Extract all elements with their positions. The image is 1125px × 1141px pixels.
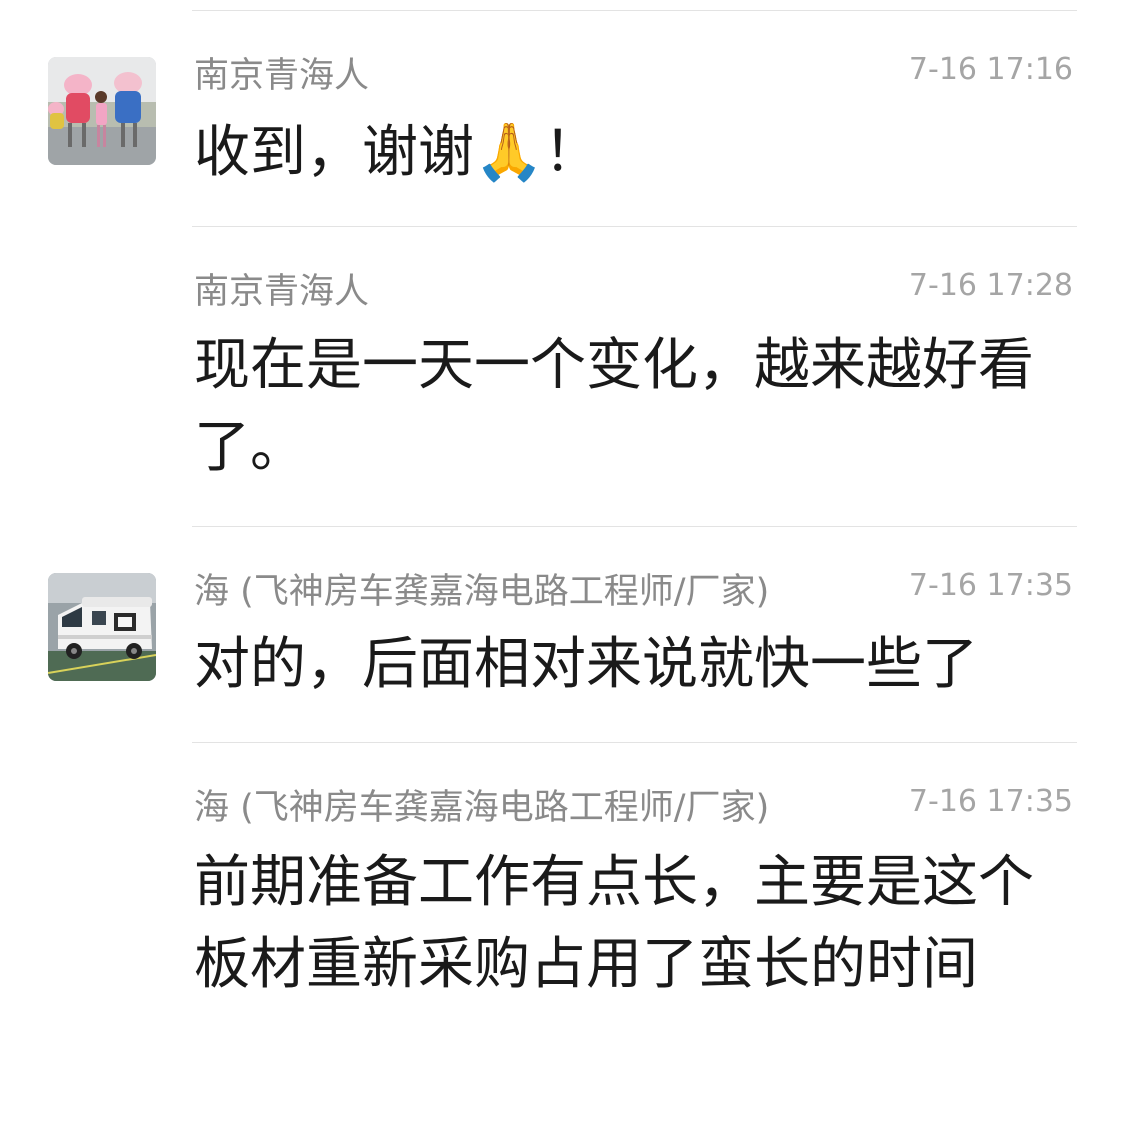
sender-name[interactable]: 海 (飞神房车龚嘉海电路工程师/厂家) <box>194 788 769 828</box>
rv-van-photo-avatar-icon <box>48 573 156 681</box>
message-item[interactable]: 南京青海人 7-16 17:28 现在是一天一个变化，越来越好看了。 <box>0 226 1125 526</box>
message-text[interactable]: 收到，谢谢🙏！ <box>194 112 1054 194</box>
peppa-pig-photo-avatar-icon <box>48 57 156 165</box>
message-item[interactable]: 南京青海人 7-16 17:16 收到，谢谢🙏！ <box>0 0 1125 226</box>
sender-avatar[interactable] <box>48 573 156 681</box>
message-time: 7-16 17:35 <box>908 568 1073 603</box>
sender-name[interactable]: 南京青海人 <box>194 56 369 96</box>
message-item[interactable]: 海 (飞神房车龚嘉海电路工程师/厂家) 7-16 17:35 前期准备工作有点长… <box>0 742 1125 1141</box>
message-time: 7-16 17:28 <box>908 268 1073 303</box>
message-text[interactable]: 现在是一天一个变化，越来越好看了。 <box>194 325 1054 489</box>
message-time: 7-16 17:16 <box>908 52 1073 87</box>
sender-avatar[interactable] <box>48 57 156 165</box>
message-text[interactable]: 前期准备工作有点长，主要是这个板材重新采购占用了蛮长的时间 <box>194 842 1054 1006</box>
message-text[interactable]: 对的，后面相对来说就快一些了 <box>194 624 1054 706</box>
sender-name[interactable]: 南京青海人 <box>194 272 369 312</box>
message-item[interactable]: 海 (飞神房车龚嘉海电路工程师/厂家) 7-16 17:35 对的，后面相对来说… <box>0 526 1125 742</box>
message-time: 7-16 17:35 <box>908 784 1073 819</box>
sender-name[interactable]: 海 (飞神房车龚嘉海电路工程师/厂家) <box>194 572 769 612</box>
